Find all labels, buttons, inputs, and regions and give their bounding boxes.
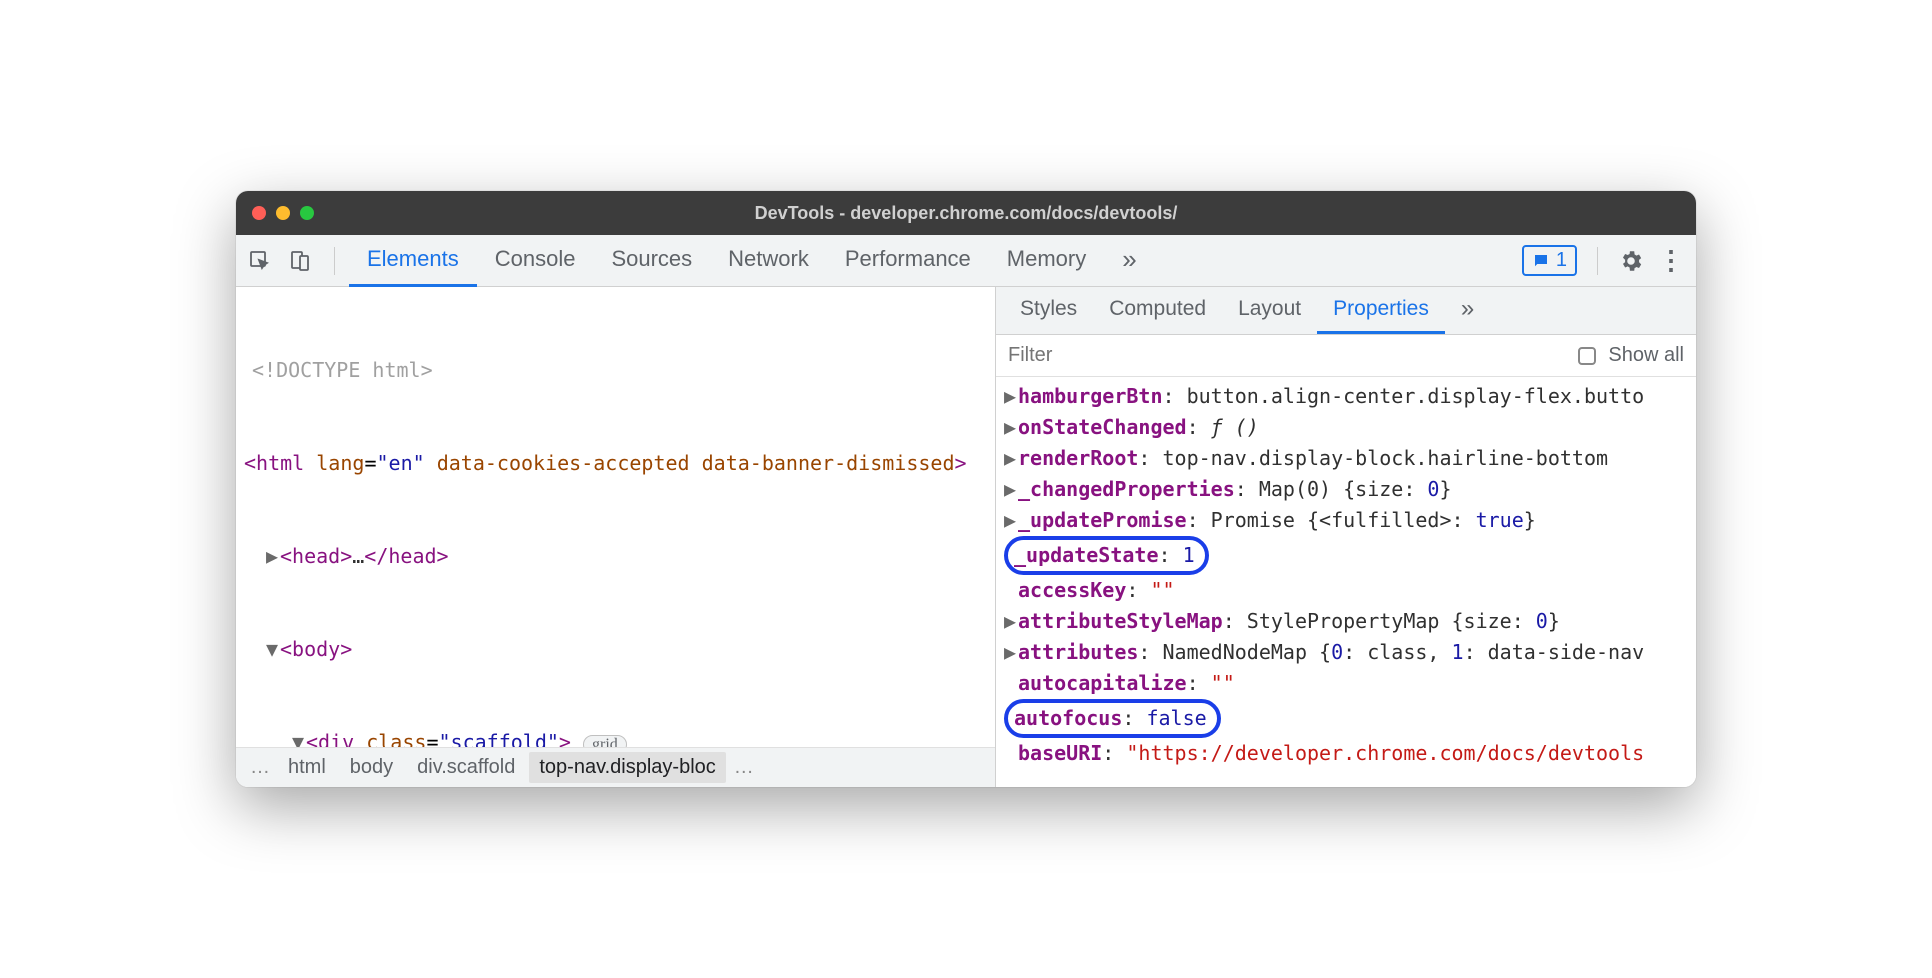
main-tabs: Elements Console Sources Network Perform… — [349, 235, 1155, 287]
highlight-autofocus: autofocus: false — [1004, 699, 1221, 738]
tab-performance[interactable]: Performance — [827, 235, 989, 287]
side-tabs: Styles Computed Layout Properties » — [996, 287, 1696, 335]
grid-badge[interactable]: grid — [583, 735, 627, 747]
window-title: DevTools - developer.chrome.com/docs/dev… — [236, 203, 1696, 224]
crumb-topnav[interactable]: top-nav.display-bloc — [529, 752, 725, 783]
side-tab-styles[interactable]: Styles — [1004, 287, 1093, 334]
breadcrumb: … html body div.scaffold top-nav.display… — [236, 747, 995, 787]
tabs-overflow-icon[interactable]: » — [1104, 235, 1154, 287]
filter-row: Show all — [996, 335, 1696, 377]
divider — [334, 247, 335, 275]
properties-list[interactable]: ▶hamburgerBtn: button.align-center.displ… — [996, 377, 1696, 787]
close-icon[interactable] — [252, 206, 266, 220]
issues-count: 1 — [1556, 249, 1567, 272]
fullscreen-icon[interactable] — [300, 206, 314, 220]
main-toolbar: Elements Console Sources Network Perform… — [236, 235, 1696, 287]
side-tab-computed[interactable]: Computed — [1093, 287, 1222, 334]
tab-memory[interactable]: Memory — [989, 235, 1104, 287]
tab-elements[interactable]: Elements — [349, 235, 477, 287]
show-all-checkbox[interactable] — [1578, 347, 1596, 365]
crumb-body[interactable]: body — [340, 752, 403, 783]
dom-tree[interactable]: <!DOCTYPE html> <html lang="en" data-coo… — [236, 287, 995, 747]
issues-badge[interactable]: 1 — [1522, 245, 1577, 276]
crumb-scaffold[interactable]: div.scaffold — [407, 752, 525, 783]
main-content: <!DOCTYPE html> <html lang="en" data-coo… — [236, 287, 1696, 787]
crumb-overflow-right[interactable]: … — [730, 756, 758, 779]
device-toolbar-icon[interactable] — [288, 249, 312, 273]
side-tabs-overflow-icon[interactable]: » — [1445, 287, 1490, 334]
side-tab-properties[interactable]: Properties — [1317, 287, 1445, 334]
doctype: <!DOCTYPE html> — [252, 358, 433, 382]
dom-panel: <!DOCTYPE html> <html lang="en" data-coo… — [236, 287, 996, 787]
divider — [1597, 247, 1598, 275]
settings-icon[interactable] — [1618, 248, 1644, 274]
highlight-updatestate: _updateState: 1 — [1004, 536, 1209, 575]
crumb-overflow-left[interactable]: … — [246, 756, 274, 779]
more-icon[interactable]: ⋮ — [1658, 245, 1684, 276]
tab-network[interactable]: Network — [710, 235, 827, 287]
devtools-window: DevTools - developer.chrome.com/docs/dev… — [236, 191, 1696, 787]
inspect-icon[interactable] — [248, 249, 272, 273]
filter-input[interactable] — [1008, 344, 1566, 367]
tab-console[interactable]: Console — [477, 235, 594, 287]
crumb-html[interactable]: html — [278, 752, 336, 783]
show-all-label: Show all — [1608, 344, 1684, 367]
minimize-icon[interactable] — [276, 206, 290, 220]
window-controls — [252, 206, 314, 220]
tab-sources[interactable]: Sources — [593, 235, 710, 287]
side-panel: Styles Computed Layout Properties » Show… — [996, 287, 1696, 787]
side-tab-layout[interactable]: Layout — [1222, 287, 1317, 334]
titlebar: DevTools - developer.chrome.com/docs/dev… — [236, 191, 1696, 235]
